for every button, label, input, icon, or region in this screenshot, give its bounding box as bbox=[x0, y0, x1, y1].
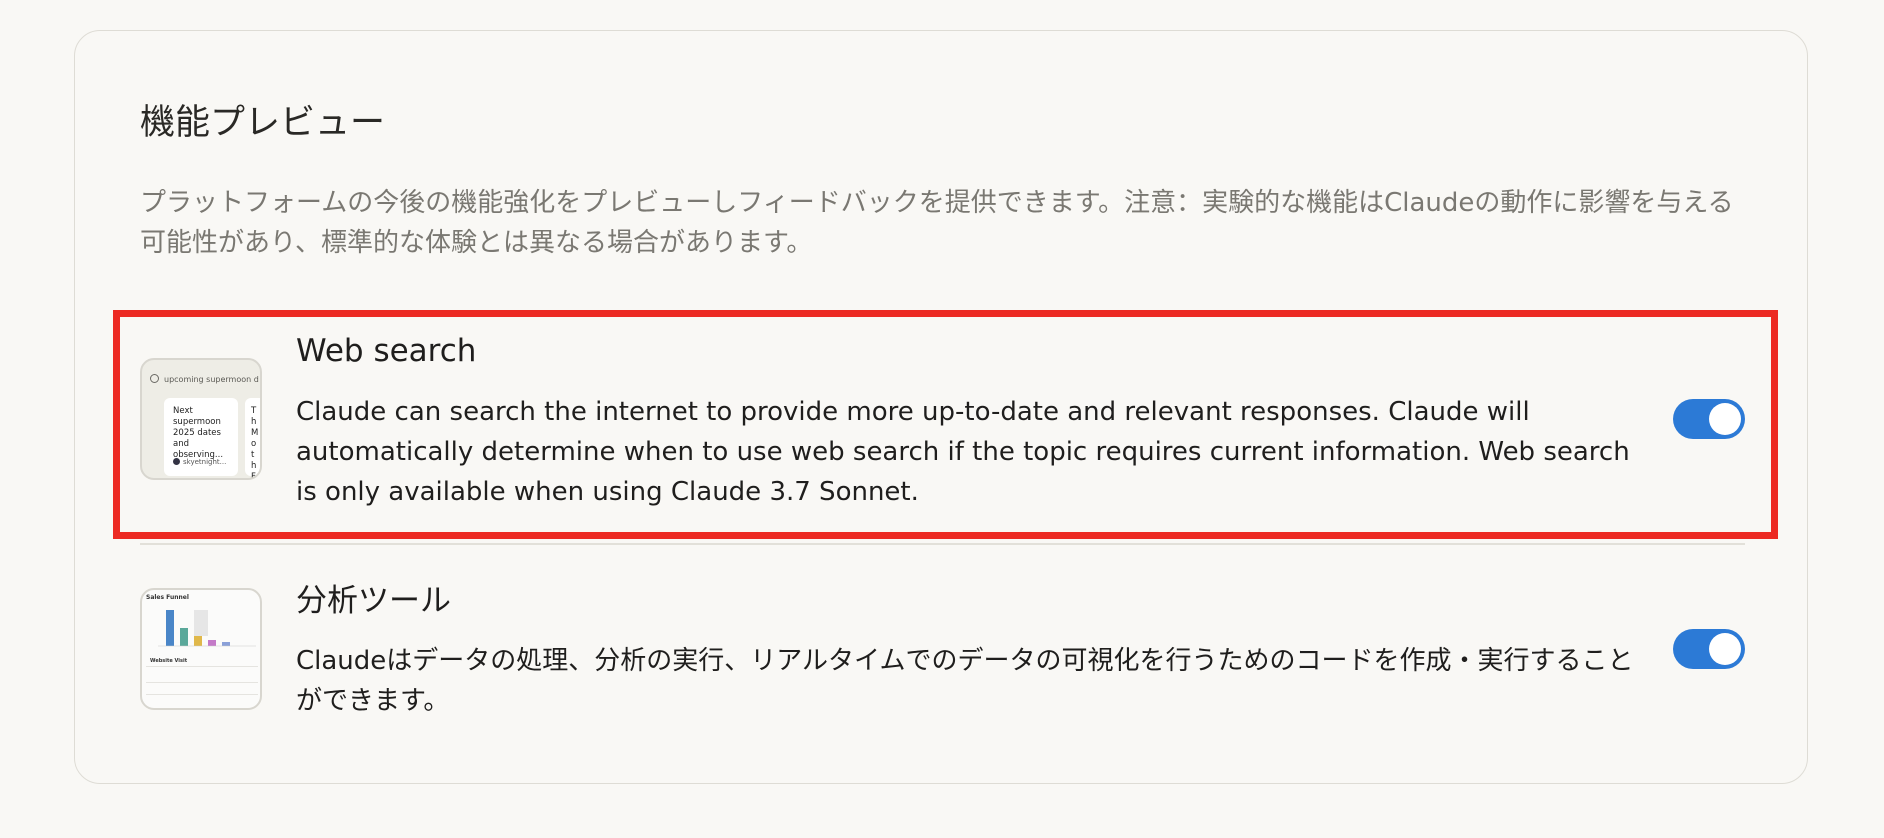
analysis-tool-description: Claudeはデータの処理、分析の実行、リアルタイムでのデータの可視化を行うため… bbox=[296, 646, 1634, 716]
thumb-bar-1 bbox=[166, 610, 174, 646]
thumb-bar-4 bbox=[194, 610, 208, 636]
section-title: 機能プレビュー bbox=[140, 103, 386, 143]
thumb-bar-2 bbox=[180, 628, 188, 646]
analysis-tool-thumbnail: Sales Funnel Website Visit bbox=[140, 588, 262, 710]
row-divider bbox=[140, 543, 1745, 545]
toggle-knob bbox=[1709, 633, 1741, 665]
thumb-bar-5 bbox=[208, 640, 216, 646]
thumbnail-chart-title: Sales Funnel bbox=[146, 594, 189, 601]
thumb-bar-3 bbox=[194, 636, 202, 646]
thumbnail-rule bbox=[146, 694, 258, 695]
thumb-bar-6 bbox=[222, 642, 230, 646]
thumbnail-rule bbox=[146, 666, 258, 667]
thumbnail-subheading: Website Visit bbox=[150, 658, 188, 664]
analysis-tool-toggle[interactable] bbox=[1673, 629, 1745, 669]
section-description: プラットフォームの今後の機能強化をプレビューしフィードバックを提供できます。注意… bbox=[140, 188, 1734, 258]
thumbnail-rule bbox=[146, 682, 258, 683]
analysis-tool-title: 分析ツール bbox=[296, 583, 451, 619]
highlight-box bbox=[113, 310, 1778, 539]
